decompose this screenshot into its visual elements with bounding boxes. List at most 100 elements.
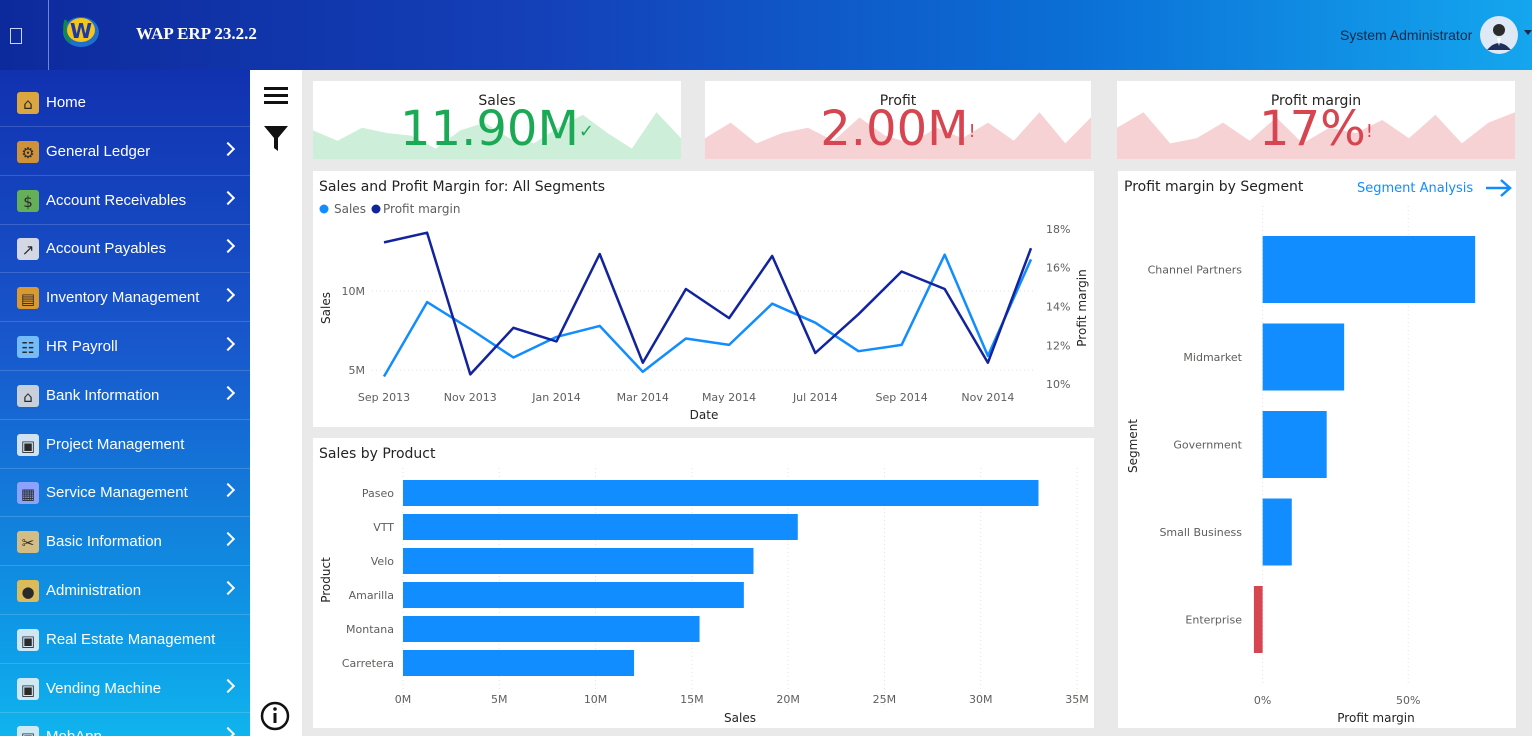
bar-carretera [403,650,635,676]
y2-tick-label: 12% [1046,339,1070,352]
sidebar-item-general-ledger[interactable]: ⚙ General Ledger [0,128,250,176]
sidebar-item-administration[interactable]: ● Administration [0,567,250,615]
app-menu-toggle[interactable] [10,28,22,44]
kpi-card-profit[interactable]: Profit 2.00M! [705,81,1091,159]
x-tick-label: 0M [395,693,412,706]
sidebar-item-mobapp[interactable]: ▣ MobApp [0,713,250,736]
sidebar-item-hr-payroll[interactable]: ☷ HR Payroll [0,323,250,371]
chevron-right-icon[interactable] [220,141,236,156]
user-name[interactable]: System Administrator [1340,27,1472,43]
sidebar-item-label: Home [46,94,87,111]
svg-text:▣: ▣ [21,729,35,736]
tools-icon: ✂ [15,529,41,555]
svg-text:●: ● [21,583,34,601]
bar-enterprise [1253,586,1263,653]
y-tick-label: 10M [342,285,366,298]
category-label: Montana [346,623,394,636]
ledger-icon: ⚙ [15,139,41,165]
product-bar-chart-card[interactable]: Sales by Product 0M 5M 10M 15M 20M 25M 30M 35M P… [313,438,1094,728]
x-tick-label: 35M [1065,693,1089,706]
x-axis-label: Date [690,408,719,422]
kpi-card-profit-margin[interactable]: Profit margin 17%! [1117,81,1515,159]
sidebar-item-label: Service Management [46,484,188,502]
sidebar-item-vending-machine[interactable]: ▣ Vending Machine [0,665,250,713]
sidebar-item-label: Bank Information [46,386,160,404]
chevron-right-icon[interactable] [220,580,236,596]
receivables-icon: $ [15,188,41,214]
kpi-value: 17%! [1259,101,1373,157]
bar-vtt [403,514,798,540]
sidebar-item-bank-information[interactable]: ⌂ Bank Information [0,372,250,420]
segment-bar-chart-card[interactable]: Profit margin by Segment Segment Analysi… [1118,171,1516,728]
user-menu-caret-icon[interactable] [1524,30,1532,35]
legend-marker-profit-margin [371,204,381,214]
wap-logo[interactable]: W [58,10,104,50]
kpi-value: 11.90M✓ [400,101,594,157]
svg-text:▣: ▣ [21,632,35,650]
x-tick-label: 5M [491,693,508,706]
x-tick-label: 10M [584,693,608,706]
x-tick-label: Sep 2014 [875,391,927,404]
line-chart-card[interactable]: Sales and Profit Margin for: All Segment… [313,171,1094,427]
svg-text:▦: ▦ [21,485,35,503]
sidebar-item-label: Project Management [46,435,185,453]
chevron-right-icon[interactable] [220,336,236,352]
sidebar-item-label: Account Payables [46,240,167,258]
broken-image-icon: ▣ [15,724,41,736]
y2-tick-label: 10% [1046,378,1070,391]
chevron-right-icon[interactable] [220,678,236,693]
sidebar-item-label: HR Payroll [46,338,118,355]
sidebar-item-project-management[interactable]: ▣ Project Management [0,421,250,469]
profit-margin-line [383,231,1033,376]
payables-icon: ↗ [15,236,41,262]
sidebar-item-label: Inventory Management [46,289,200,307]
sidebar-item-service-management[interactable]: ▦ Service Management [0,469,250,518]
svg-text:$: $ [23,193,33,211]
category-label: Velo [371,555,394,568]
sidebar-item-label: Administration [46,582,142,599]
y2-tick-label: 18% [1046,223,1070,236]
sidebar-item-label: Real Estate Management [46,630,216,648]
sidebar-item-label: General Ledger [46,142,151,160]
x-tick-label: Sep 2013 [358,391,410,404]
y-axis-label: Product [319,557,333,603]
y-tick-label: 5M [349,364,366,377]
avatar[interactable] [1480,16,1518,54]
kpi-card-sales[interactable]: Sales 11.90M✓ [313,81,681,159]
chevron-right-icon[interactable] [220,483,236,498]
chevron-right-icon[interactable] [220,385,236,400]
category-label: Amarilla [349,589,394,602]
sidebar-item-label: Basic Information [46,533,162,551]
category-label: Midmarket [1183,351,1242,364]
x-tick-label: Jan 2014 [531,391,580,404]
broken-image-icon: ▣ [15,676,41,702]
svg-text:▣: ▣ [21,681,35,699]
filter-icon[interactable] [262,124,290,154]
hamburger-icon[interactable] [262,84,290,108]
x-tick-label: 0% [1254,694,1271,707]
profit-margin-by-segment-chart: 0% 50% Channel Partners Midmarket Government… [1126,206,1476,725]
administration-icon: ● [15,578,41,604]
status-check-icon: ✓ [578,121,594,142]
sidebar-item-inventory-management[interactable]: ▤ Inventory Management [0,274,250,323]
sidebar-item-basic-information[interactable]: ✂ Basic Information [0,518,250,567]
svg-text:⌂: ⌂ [23,95,33,113]
sidebar-item-account-receivables[interactable]: $ Account Receivables [0,177,250,225]
chevron-right-icon[interactable] [220,190,236,205]
sidebar-item-home[interactable]: ⌂ Home [0,79,250,127]
chevron-right-icon[interactable] [220,239,236,254]
chevron-right-icon[interactable] [220,532,236,547]
chevron-right-icon[interactable] [220,727,236,736]
x-tick-label: May 2014 [702,391,756,404]
svg-text:⚙: ⚙ [21,144,34,162]
sidebar-item-account-payables[interactable]: ↗ Account Payables [0,225,250,274]
chevron-right-icon[interactable] [220,288,236,303]
x-axis-label: Profit margin [1337,711,1414,725]
sidebar-item-real-estate-management[interactable]: ▣ Real Estate Management [0,616,250,664]
x-tick-label: Nov 2013 [444,391,497,404]
info-icon[interactable] [259,700,291,732]
payroll-icon: ☷ [15,334,41,360]
bar-midmarket [1262,323,1345,391]
svg-text:☷: ☷ [21,339,34,357]
svg-text:W: W [70,19,92,43]
